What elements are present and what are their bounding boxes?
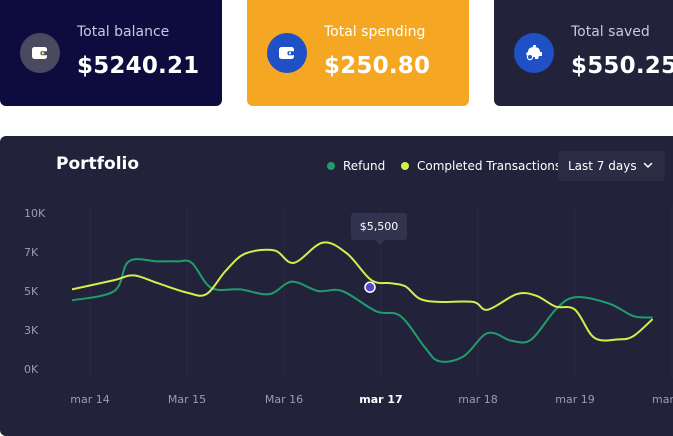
y-tick-label: 0K — [24, 363, 39, 376]
completed-transactions-series-line — [71, 241, 654, 342]
highlight-point-marker[interactable] — [364, 281, 376, 293]
chart-tooltip: $5,500 — [351, 213, 407, 240]
x-tick-label: mar — [652, 393, 673, 406]
portfolio-line-chart: 10K 7K 5K 3K 0K mar 14 Mar 15 Mar 16 mar 17 mar … — [24, 205, 673, 406]
refund-series-line — [71, 258, 653, 363]
x-tick-label: mar 17 — [359, 393, 402, 406]
x-tick-label: mar 19 — [555, 393, 594, 406]
y-tick-label: 10K — [24, 207, 46, 220]
x-tick-label: Mar 16 — [265, 393, 303, 406]
x-tick-label: mar 18 — [458, 393, 497, 406]
y-tick-label: 7K — [24, 246, 39, 259]
x-tick-label: mar 14 — [70, 393, 109, 406]
x-tick-label: Mar 15 — [168, 393, 206, 406]
y-tick-label: 5K — [24, 285, 39, 298]
tooltip-arrow — [375, 240, 385, 245]
y-tick-label: 3K — [24, 324, 39, 337]
